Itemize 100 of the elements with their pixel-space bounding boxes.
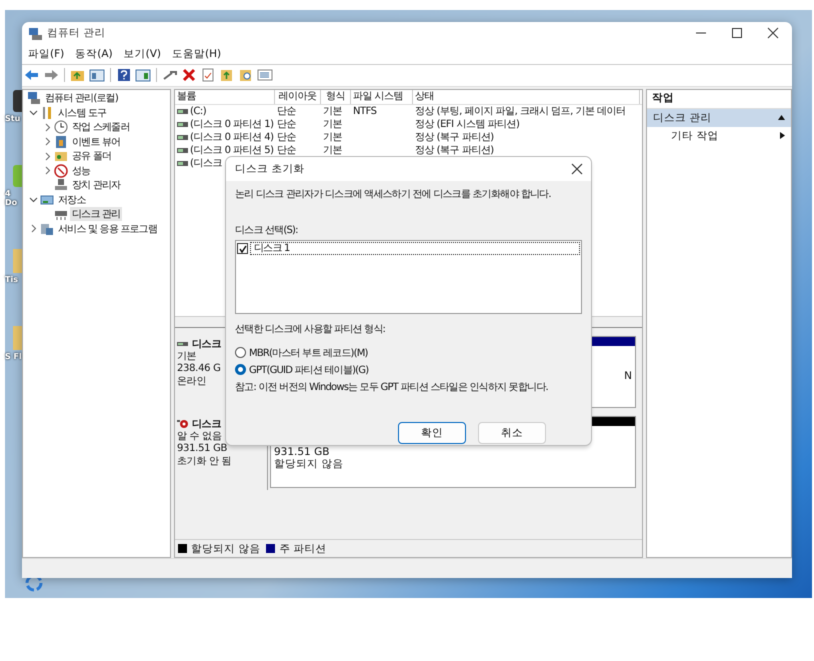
- computer-icon: [27, 91, 41, 106]
- table-cell: 단순: [277, 144, 296, 156]
- expand-chevron-icon[interactable]: [43, 137, 52, 146]
- expand-chevron-icon[interactable]: [29, 224, 38, 234]
- menu-item[interactable]: 동작(A): [75, 47, 113, 62]
- tree-item[interactable]: 성능: [70, 164, 92, 178]
- disk-detail: 알 수 없음: [177, 430, 222, 444]
- table-cell: (디스크 0 파티션 4): [190, 132, 274, 143]
- column-header[interactable]: 볼륨: [175, 90, 275, 104]
- tree-item[interactable]: 저장소: [56, 192, 88, 207]
- cancel-button[interactable]: 취소: [478, 422, 546, 444]
- table-cell: 정상 (부팅, 페이지 파일, 크래시 덤프, 기본 데이터: [415, 106, 626, 117]
- storage-icon: [40, 192, 54, 207]
- legend-label: 주 파티션: [279, 542, 327, 556]
- close-icon[interactable]: [571, 163, 583, 175]
- table-cell: 단순: [277, 118, 296, 130]
- partition-detail: 할당되지 않음: [274, 458, 344, 470]
- column-header[interactable]: 레이아웃: [275, 90, 321, 104]
- services-icon: [40, 222, 54, 236]
- collapse-triangle-icon[interactable]: [778, 115, 785, 120]
- table-cell: 단순: [277, 132, 296, 143]
- forward-arrow-icon[interactable]: [43, 68, 59, 82]
- desktop-icon-label: S Fl: [5, 352, 22, 361]
- menu-item[interactable]: 보기(V): [124, 47, 162, 62]
- disk-list[interactable]: 디스크 1: [235, 240, 582, 314]
- disk-detail: 기본: [177, 350, 196, 364]
- tree-item[interactable]: 서비스 및 응용 프로그램: [56, 222, 160, 236]
- table-cell: 기본: [323, 144, 342, 156]
- submenu-triangle-icon[interactable]: [780, 132, 785, 140]
- folder-up-icon[interactable]: [70, 68, 86, 82]
- table-cell: 기본: [323, 132, 342, 143]
- collapse-chevron-icon[interactable]: [29, 108, 38, 118]
- list-view-icon[interactable]: [257, 68, 273, 82]
- table-cell: NTFS: [353, 106, 377, 117]
- shared-folder-icon: [54, 149, 68, 164]
- desktop-icon-label: 4 Do: [5, 189, 18, 207]
- tree-item[interactable]: 디스크 관리: [70, 207, 122, 222]
- folder-search-icon[interactable]: [238, 68, 254, 82]
- expand-chevron-icon[interactable]: [43, 152, 52, 161]
- collapse-chevron-icon[interactable]: [29, 195, 38, 204]
- table-cell: 단순: [277, 106, 296, 117]
- table-cell: (디스크 0 파티션 5): [190, 144, 274, 156]
- list-item[interactable]: 디스크 1: [250, 242, 580, 255]
- tree-item[interactable]: 공유 폴더: [70, 149, 114, 164]
- action-item[interactable]: 기타 작업: [647, 126, 791, 145]
- tree-item[interactable]: 시스템 도구: [56, 106, 108, 120]
- note-text: 참고: 이전 버전의 Windows는 모두 GPT 파티션 스타일은 인식하지 못합니다.: [235, 381, 549, 394]
- column-header[interactable]: 파일 시스템: [351, 90, 413, 104]
- drive-icon: [177, 134, 188, 140]
- radio-label[interactable]: MBR(마스터 부트 레코드)(M): [249, 346, 368, 360]
- back-arrow-icon[interactable]: [24, 68, 40, 82]
- partition-style-label: 선택한 디스크에 사용할 파티션 형식:: [235, 324, 386, 336]
- legend-label: 할당되지 않음: [191, 542, 260, 556]
- tree-item[interactable]: 장치 관리자: [70, 178, 122, 192]
- column-header[interactable]: 상태: [413, 90, 640, 104]
- drive-icon: [177, 148, 188, 153]
- disk-error-icon: [177, 418, 189, 429]
- disk-detail: 온라인: [177, 376, 206, 388]
- expand-chevron-icon[interactable]: [43, 166, 52, 176]
- computer-management-icon: [28, 26, 42, 40]
- table-cell: 기본: [323, 118, 342, 130]
- ok-button[interactable]: 확인: [398, 422, 466, 444]
- menu-item[interactable]: 파일(F): [28, 47, 64, 62]
- tree-item[interactable]: 작업 스케줄러: [70, 120, 132, 134]
- radio-label[interactable]: GPT(GUID 파티션 테이블)(G): [249, 362, 368, 376]
- partition-detail: N: [624, 370, 632, 382]
- desktop-icon-label: Tis: [5, 275, 19, 284]
- drive-icon: [177, 122, 188, 127]
- table-cell: (디스크: [190, 158, 222, 169]
- radio-button[interactable]: [235, 347, 246, 358]
- disk-detail: 초기화 안 됨: [177, 456, 232, 468]
- disk-name: 디스크: [192, 418, 222, 431]
- tree-item[interactable]: 이벤트 뷰어: [70, 134, 122, 149]
- menu-item[interactable]: 도움말(H): [172, 47, 222, 62]
- tree-item[interactable]: 컴퓨터 관리(로컬): [43, 91, 120, 106]
- console-tree-icon[interactable]: [89, 68, 105, 82]
- partition-detail: 931.51 GB: [274, 446, 330, 458]
- action-item[interactable]: 디스크 관리: [647, 108, 791, 127]
- checkbox[interactable]: [237, 243, 248, 254]
- expand-chevron-icon[interactable]: [43, 122, 52, 132]
- properties-icon[interactable]: [200, 68, 216, 82]
- delete-icon[interactable]: [181, 68, 197, 82]
- radio-button[interactable]: [235, 364, 246, 375]
- dialog-title: 디스크 초기화: [235, 162, 304, 176]
- clock-icon: [54, 120, 68, 134]
- table-cell: 기본: [323, 106, 342, 117]
- table-cell: 정상 (복구 파티션): [415, 132, 494, 143]
- table-cell: (디스크 0 파티션 1): [190, 118, 274, 130]
- action-pane-icon[interactable]: [135, 68, 151, 82]
- check-icon: [238, 244, 246, 252]
- desktop-icon-label: Stu: [5, 114, 22, 123]
- table-cell: 정상 (EFI 시스템 파티션): [415, 118, 520, 130]
- drive-icon: [177, 160, 188, 166]
- drive-icon: [177, 108, 188, 114]
- disk-detail: 238.46 G: [177, 363, 221, 376]
- dialog-message: 논리 디스크 관리자가 디스크에 액세스하기 전에 디스크를 초기화해야 합니다.: [235, 188, 552, 202]
- disk-detail: 931.51 GB: [177, 443, 228, 456]
- help-icon[interactable]: [116, 68, 132, 82]
- column-header[interactable]: 형식: [321, 90, 351, 104]
- disk-name: 디스크: [192, 338, 222, 351]
